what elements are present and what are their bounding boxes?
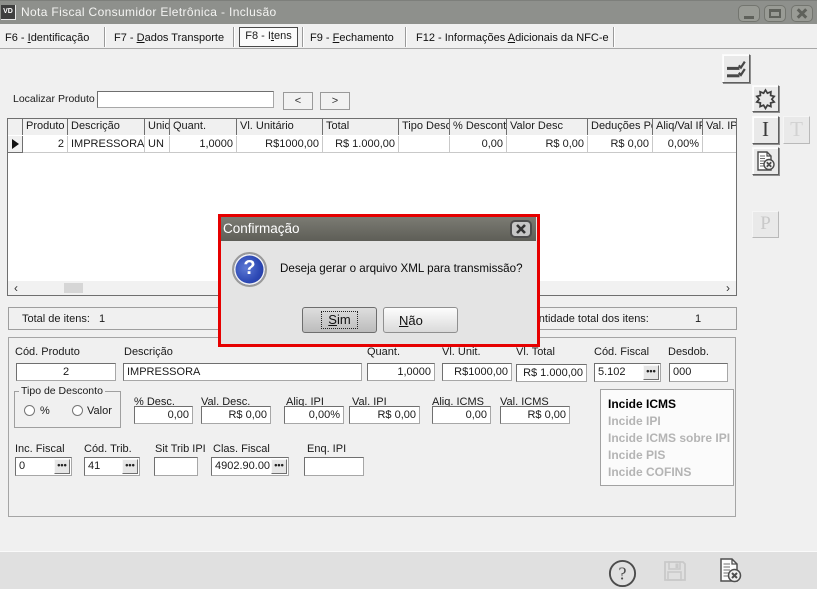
- svg-text:?: ?: [619, 564, 627, 584]
